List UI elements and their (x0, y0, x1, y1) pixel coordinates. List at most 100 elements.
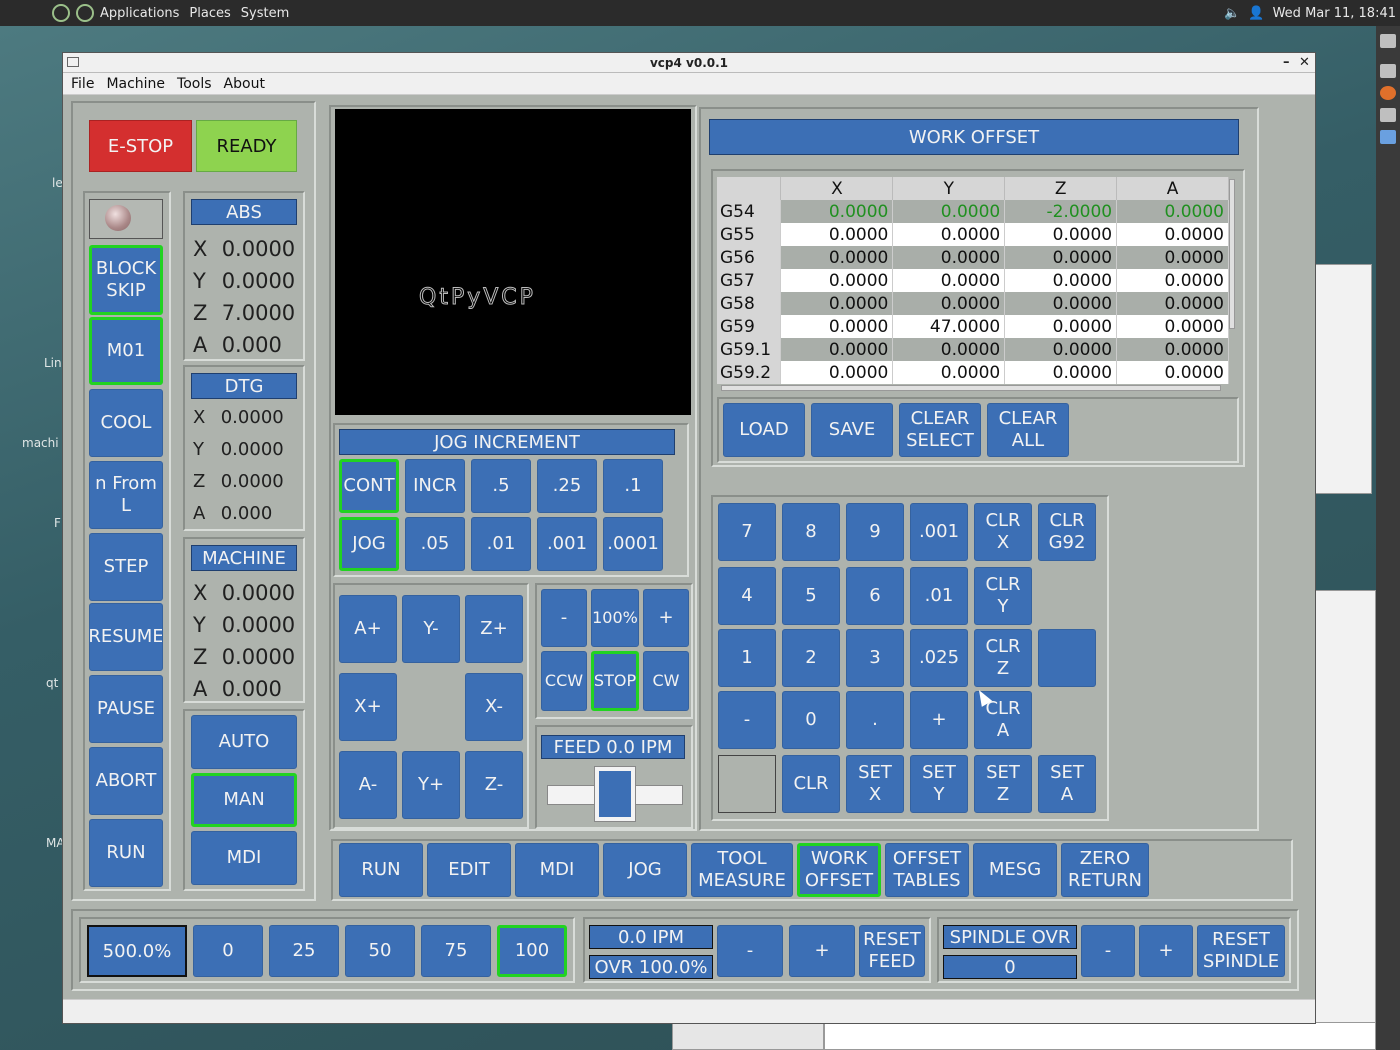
table-vertical-scrollbar[interactable] (1229, 179, 1235, 329)
key-6[interactable]: 6 (846, 567, 904, 625)
rapid-25-button[interactable]: 25 (269, 925, 339, 977)
manual-mode-button[interactable]: MAN (191, 773, 297, 827)
rapid-100-button[interactable]: 100 (497, 925, 567, 977)
table-cell[interactable]: 0.0000 (892, 269, 1006, 292)
key-0[interactable]: 0 (782, 691, 840, 749)
gcode-preview[interactable] (335, 109, 691, 415)
table-row[interactable]: G59.2 0.0000 0.0000 0.0000 0.0000 (717, 361, 1229, 384)
key-0.001[interactable]: .001 (910, 503, 968, 561)
tab-messages[interactable]: MESG (973, 843, 1057, 897)
table-cell[interactable]: 0.0000 (780, 338, 894, 361)
table-cell[interactable]: 0.0000 (892, 223, 1006, 246)
block-skip-button[interactable]: BLOCK SKIP (89, 245, 163, 315)
table-cell[interactable]: -2.0000 (1004, 200, 1118, 223)
set-x-button[interactable]: SET X (846, 755, 904, 813)
spindle-override-minus-button[interactable]: - (1081, 925, 1135, 977)
abort-button[interactable]: ABORT (89, 747, 163, 815)
table-cell[interactable]: 0.0000 (1116, 200, 1229, 223)
clear-g92-button[interactable]: CLR G92 (1038, 503, 1096, 561)
row-header[interactable]: G58 (717, 292, 782, 315)
key-7[interactable]: 7 (718, 503, 776, 561)
table-horizontal-scrollbar[interactable] (721, 385, 1221, 391)
menu-about[interactable]: About (224, 76, 265, 92)
key-3[interactable]: 3 (846, 629, 904, 687)
step-button[interactable]: STEP (89, 533, 163, 601)
table-cell[interactable]: 0.0000 (892, 338, 1006, 361)
table-cell[interactable]: 0.0000 (780, 223, 894, 246)
table-cell[interactable]: 0.0000 (892, 361, 1006, 384)
desktop-icon-label[interactable]: machi (22, 436, 59, 450)
jog-y-minus-button[interactable]: Y- (402, 595, 460, 663)
jog-cont-button[interactable]: CONT (339, 459, 399, 513)
table-cell[interactable]: 0.0000 (892, 246, 1006, 269)
m01-button[interactable]: M01 (89, 317, 163, 385)
auto-mode-button[interactable]: AUTO (191, 715, 297, 769)
table-cell[interactable]: 0.0000 (1116, 269, 1229, 292)
table-cell[interactable]: 0.0000 (1004, 315, 1118, 338)
key-9[interactable]: 9 (846, 503, 904, 561)
spindle-minus-button[interactable]: - (541, 589, 587, 647)
table-cell[interactable]: 0.0000 (1004, 246, 1118, 269)
column-header-x[interactable]: X (780, 177, 894, 200)
clear-entry-button[interactable]: CLR (782, 755, 840, 813)
table-cell[interactable]: 0.0000 (1004, 223, 1118, 246)
spindle-ccw-button[interactable]: CCW (541, 651, 587, 711)
table-cell[interactable]: 0.0000 (780, 361, 894, 384)
desktop-icon-label[interactable]: Lin (44, 356, 62, 370)
key-plus[interactable]: + (910, 691, 968, 749)
user-icon[interactable]: 👤 (1248, 6, 1264, 21)
feed-slider-handle[interactable] (594, 766, 636, 822)
window-titlebar[interactable]: vcp4 v0.0.1 – ✕ (63, 53, 1315, 73)
table-cell[interactable]: 0.0000 (1116, 292, 1229, 315)
table-cell[interactable]: 0.0000 (892, 292, 1006, 315)
table-row[interactable]: G59 0.0000 47.0000 0.0000 0.0000 (717, 315, 1229, 338)
panel-icon[interactable] (1380, 64, 1396, 78)
column-header-a[interactable]: A (1116, 177, 1229, 200)
jog-a-minus-button[interactable]: A- (339, 751, 397, 819)
jog-inc-0.0001-button[interactable]: .0001 (603, 517, 663, 571)
jog-z-plus-button[interactable]: Z+ (465, 595, 523, 663)
row-header[interactable]: G59.2 (717, 361, 782, 384)
table-row[interactable]: G56 0.0000 0.0000 0.0000 0.0000 (717, 246, 1229, 269)
load-button[interactable]: LOAD (723, 403, 805, 457)
key-5[interactable]: 5 (782, 567, 840, 625)
tab-mdi[interactable]: MDI (515, 843, 599, 897)
window-menu-icon[interactable] (67, 57, 79, 67)
feed-minus-button[interactable]: - (717, 925, 783, 977)
key-1[interactable]: 1 (718, 629, 776, 687)
menu-file[interactable]: File (71, 76, 94, 92)
desktop-icon-label[interactable]: qt (46, 676, 58, 690)
jog-a-plus-button[interactable]: A+ (339, 595, 397, 663)
estop-button[interactable]: E-STOP (89, 120, 192, 172)
row-header[interactable]: G59 (717, 315, 782, 338)
firefox-icon[interactable] (1380, 86, 1396, 100)
set-y-button[interactable]: SET Y (910, 755, 968, 813)
table-cell[interactable]: 0.0000 (1004, 361, 1118, 384)
minimize-icon[interactable]: – (1283, 53, 1290, 73)
spindle-plus-button[interactable]: + (643, 589, 689, 647)
jog-inc-0.01-button[interactable]: .01 (471, 517, 531, 571)
set-z-button[interactable]: SET Z (974, 755, 1032, 813)
tab-edit[interactable]: EDIT (427, 843, 511, 897)
key-0.025[interactable]: .025 (910, 629, 968, 687)
jog-inc-0.001-button[interactable]: .001 (537, 517, 597, 571)
rapid-50-button[interactable]: 50 (345, 925, 415, 977)
jog-inc-0.5-button[interactable]: .5 (471, 459, 531, 513)
table-cell[interactable]: 0.0000 (1004, 338, 1118, 361)
column-header-z[interactable]: Z (1004, 177, 1118, 200)
tab-zero-return[interactable]: ZERO RETURN (1061, 843, 1149, 897)
clear-z-button[interactable]: CLR Z (974, 629, 1032, 687)
menu-tools[interactable]: Tools (177, 76, 212, 92)
jog-mode-button[interactable]: JOG (339, 517, 399, 571)
mdi-mode-button[interactable]: MDI (191, 831, 297, 885)
jog-inc-0.1-button[interactable]: .1 (603, 459, 663, 513)
menu-system[interactable]: System (241, 6, 289, 21)
jog-x-minus-button[interactable]: X- (465, 673, 523, 741)
spindle-override-plus-button[interactable]: + (1139, 925, 1193, 977)
table-cell[interactable]: 0.0000 (1116, 246, 1229, 269)
menu-applications[interactable]: Applications (100, 6, 179, 21)
row-header[interactable]: G59.1 (717, 338, 782, 361)
table-cell[interactable]: 0.0000 (1004, 269, 1118, 292)
jog-x-plus-button[interactable]: X+ (339, 673, 397, 741)
column-header-y[interactable]: Y (892, 177, 1006, 200)
